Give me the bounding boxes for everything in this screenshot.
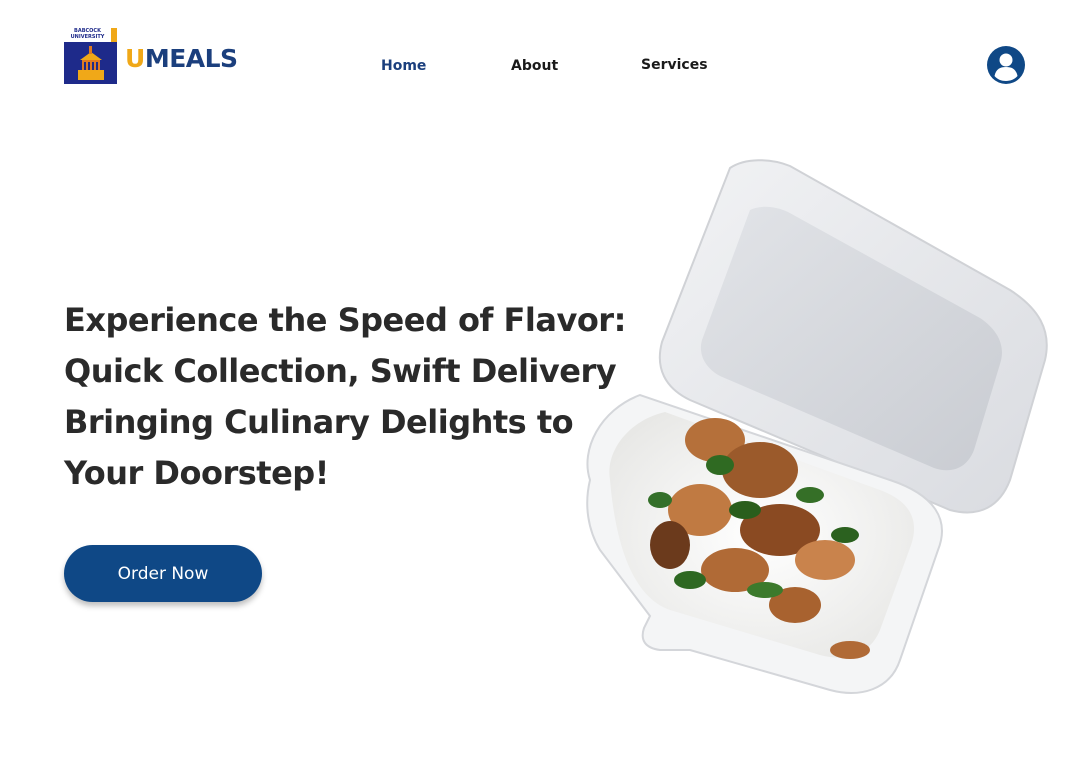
logo-emblem-icon	[78, 46, 104, 80]
order-now-button[interactable]: Order Now	[64, 545, 262, 602]
food-box-image	[586, 159, 1048, 694]
nav-services-link[interactable]: Services	[641, 57, 708, 73]
brand-rest: MEALS	[144, 44, 238, 73]
landing-page: BABCOCK UNIVERSITY UMEALS Home About Serv…	[0, 0, 1080, 768]
university-logo[interactable]: BABCOCK UNIVERSITY	[64, 28, 117, 84]
logo-university-text: BABCOCK UNIVERSITY	[64, 28, 111, 42]
nav-about-link[interactable]: About	[511, 58, 558, 74]
logo-gold-stripe	[111, 28, 117, 42]
nav-home-link[interactable]: Home	[381, 58, 426, 74]
user-circle-icon[interactable]	[986, 45, 1026, 85]
brand-name[interactable]: UMEALS	[125, 44, 238, 74]
brand-first-letter: U	[125, 44, 145, 73]
